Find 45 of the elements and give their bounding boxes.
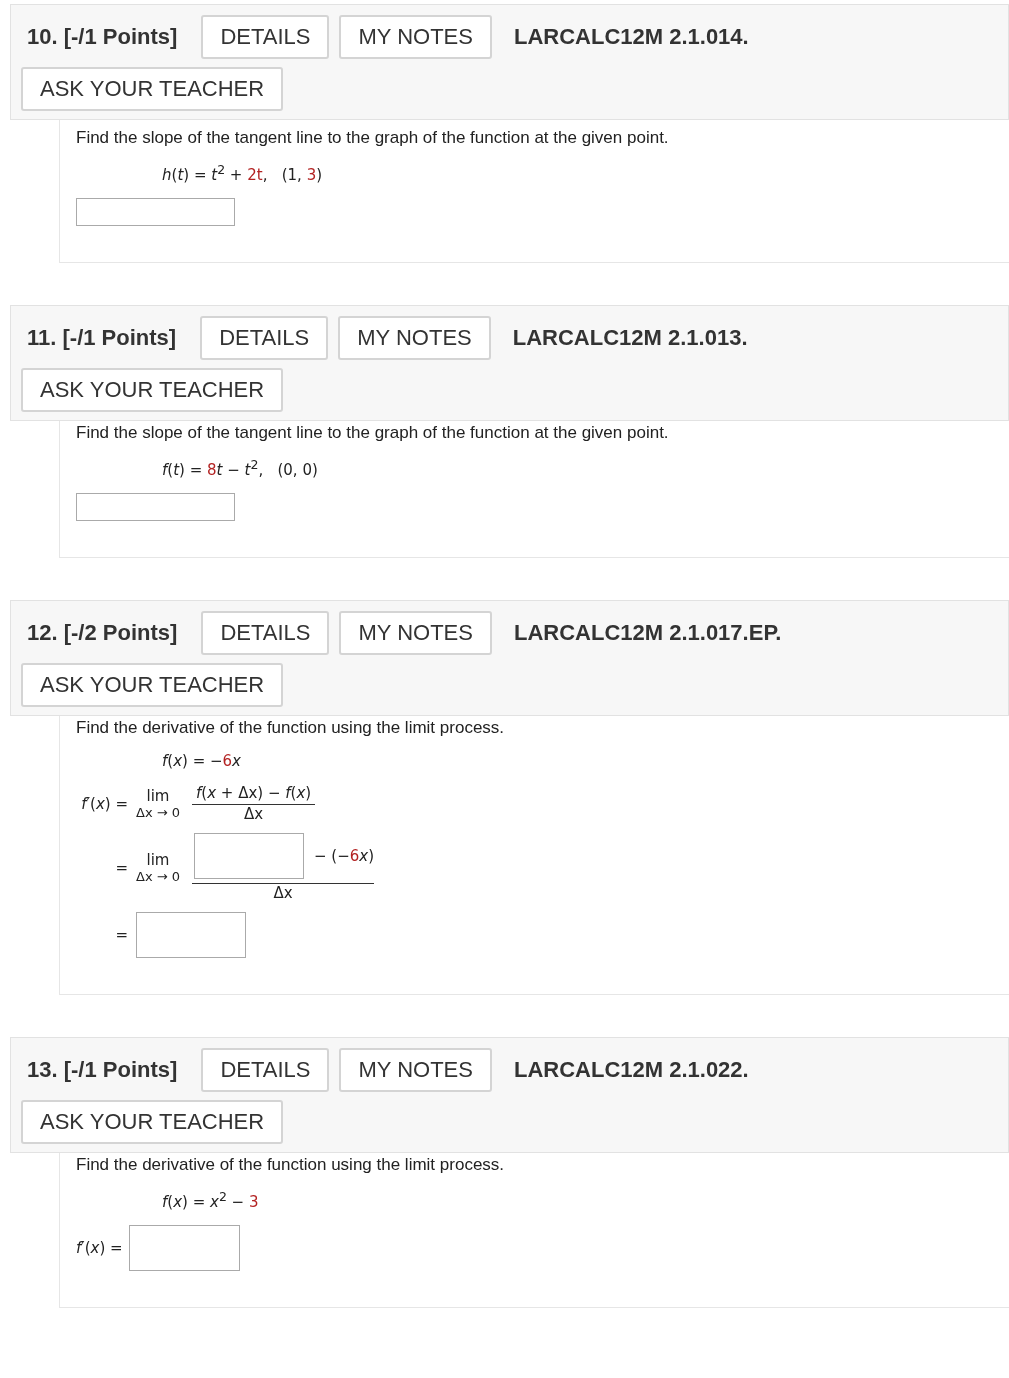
equals-sign: = bbox=[115, 926, 129, 944]
my-notes-button[interactable]: MY NOTES bbox=[339, 1048, 492, 1092]
math-label: f′(x) = bbox=[81, 794, 129, 813]
question-text: Find the slope of the tangent line to the graph of the function at the given point. bbox=[76, 423, 670, 443]
my-notes-button[interactable]: MY NOTES bbox=[338, 316, 491, 360]
question-text: Find the slope of the tangent line to the graph of the function at the given point. bbox=[76, 128, 670, 148]
problem-title: 13. [-/1 Points] bbox=[27, 1057, 178, 1083]
problem-title: 10. [-/1 Points] bbox=[27, 24, 178, 50]
limit-label: lim bbox=[146, 787, 170, 805]
ask-teacher-button[interactable]: ASK YOUR TEACHER bbox=[21, 1100, 284, 1144]
equals-sign: = bbox=[115, 858, 129, 877]
details-button[interactable]: DETAILS bbox=[201, 15, 330, 59]
answer-field[interactable] bbox=[76, 493, 235, 521]
math-label: f′(x) = bbox=[76, 1239, 123, 1257]
limit-label: lim bbox=[146, 851, 170, 869]
question-text: Find the derivative of the function using the limit process. bbox=[76, 718, 506, 738]
my-notes-button[interactable]: MY NOTES bbox=[339, 611, 492, 655]
problem-code: LARCALC12M 2.1.022. bbox=[513, 1057, 749, 1083]
formula: f(t) = 8t − t$^{2}$, (0, 0) bbox=[162, 457, 318, 479]
question-text: Find the derivative of the function using the limit process. bbox=[76, 1155, 506, 1175]
answer-field[interactable] bbox=[194, 833, 304, 879]
fraction-denominator: Δx bbox=[244, 805, 264, 823]
formula: f(x) = −6x bbox=[162, 752, 241, 770]
fraction-numerator: f(x + Δx) − f(x) bbox=[195, 784, 313, 804]
ask-teacher-button[interactable]: ASK YOUR TEACHER bbox=[21, 368, 284, 412]
details-button[interactable]: DETAILS bbox=[201, 611, 330, 655]
details-button[interactable]: DETAILS bbox=[200, 316, 329, 360]
answer-field[interactable] bbox=[136, 912, 246, 958]
problem-title: 11. [-/1 Points] bbox=[27, 325, 177, 351]
limit-subscript: Δx → 0 bbox=[136, 869, 180, 884]
details-button[interactable]: DETAILS bbox=[201, 1048, 330, 1092]
problem-code: LARCALC12M 2.1.014. bbox=[513, 24, 749, 50]
formula: h(t) = t$^{2}$ + 2t, (1, 3) bbox=[162, 162, 323, 184]
ask-teacher-button[interactable]: ASK YOUR TEACHER bbox=[21, 663, 284, 707]
ask-teacher-button[interactable]: ASK YOUR TEACHER bbox=[21, 67, 284, 111]
my-notes-button[interactable]: MY NOTES bbox=[339, 15, 492, 59]
limit-subscript: Δx → 0 bbox=[136, 805, 180, 820]
problem-code: LARCALC12M 2.1.017.EP. bbox=[513, 620, 782, 646]
fraction-denominator: Δx bbox=[273, 884, 293, 902]
math-expression: − (−6x) bbox=[314, 847, 375, 865]
formula: f(x) = x$^{2}$ − 3 bbox=[162, 1189, 259, 1211]
answer-field[interactable] bbox=[128, 1225, 240, 1271]
problem-code: LARCALC12M 2.1.013. bbox=[512, 325, 748, 351]
answer-field[interactable] bbox=[76, 198, 235, 226]
problem-title: 12. [-/2 Points] bbox=[27, 620, 178, 646]
